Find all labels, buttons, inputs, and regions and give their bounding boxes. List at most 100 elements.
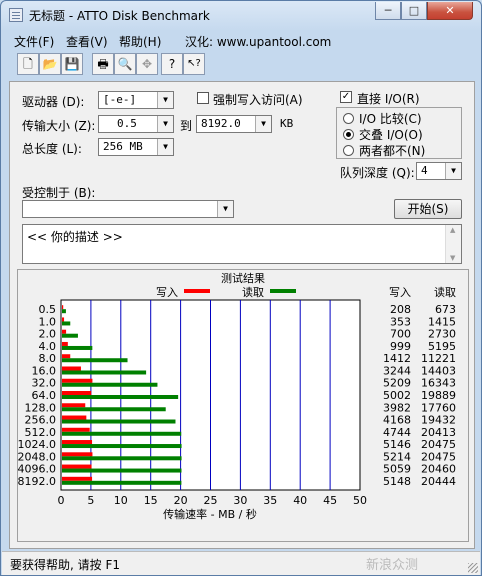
window-title: 无标题 - ATTO Disk Benchmark	[29, 9, 210, 23]
y-tick-label: 4096.0	[18, 463, 56, 476]
resize-grip[interactable]	[468, 563, 478, 573]
read-value: 1415	[428, 315, 456, 328]
read-value: 20475	[421, 450, 456, 463]
status-text: 要获得帮助, 请按 F1	[10, 558, 120, 572]
move-icon[interactable]: ✥	[136, 53, 158, 75]
read-value: 17760	[421, 401, 456, 414]
description-scrollbar[interactable]: ▲ ▼	[445, 225, 461, 263]
y-tick-label: 256.0	[25, 414, 57, 427]
y-tick-label: 128.0	[25, 401, 57, 414]
chevron-down-icon[interactable]: ▼	[445, 163, 461, 179]
kb-label: KB	[280, 117, 294, 130]
help-icon[interactable]: ?	[161, 53, 183, 75]
close-button[interactable]: ✕	[427, 2, 473, 20]
scroll-down-icon[interactable]: ▼	[450, 254, 455, 262]
read-bar	[62, 358, 128, 363]
y-tick-label: 2048.0	[18, 450, 56, 463]
read-bar	[62, 444, 182, 449]
menu-credit[interactable]: 汉化: www.upantool.com	[185, 33, 331, 50]
radio-neither-label: 两者都不(N)	[359, 144, 426, 158]
x-tick-label: 0	[58, 494, 65, 507]
write-bar	[62, 476, 93, 481]
io-mode-group: I/O 比较(C) 交叠 I/O(O) 两者都不(N)	[336, 107, 462, 159]
read-bar	[62, 309, 66, 314]
chevron-down-icon[interactable]: ▼	[157, 139, 173, 155]
radio-overlap-io[interactable]	[343, 129, 354, 140]
transfer-to-value: 8192.0	[201, 117, 241, 130]
x-tick-label: 5	[87, 494, 94, 507]
menu-help[interactable]: 帮助(H)	[119, 33, 161, 50]
read-bar	[62, 431, 182, 436]
read-bar	[62, 480, 182, 485]
chart-title: 测试结果	[221, 272, 265, 285]
print-preview-icon[interactable]: 🔍	[114, 53, 136, 75]
radio-neither[interactable]	[343, 145, 354, 156]
drive-value: [-e-]	[103, 93, 137, 106]
chevron-down-icon[interactable]: ▼	[157, 92, 173, 108]
save-icon[interactable]: 💾	[61, 53, 83, 75]
write-value: 5148	[383, 475, 411, 488]
controlled-by-label: 受控制于 (B):	[22, 186, 96, 200]
menu-view[interactable]: 查看(V)	[66, 33, 108, 50]
write-value: 3982	[383, 401, 411, 414]
force-write-checkbox[interactable]	[197, 92, 209, 104]
radio-io-compare-label: I/O 比较(C)	[359, 112, 422, 126]
new-file-icon[interactable]: 🗋	[17, 53, 39, 75]
chevron-down-icon[interactable]: ▼	[217, 201, 233, 217]
x-tick-label: 50	[353, 494, 367, 507]
title-bar[interactable]: 无标题 - ATTO Disk Benchmark ─ □ ✕	[1, 1, 481, 29]
total-length-select[interactable]: 256 MB ▼	[98, 138, 174, 156]
scroll-up-icon[interactable]: ▲	[450, 226, 455, 234]
context-help-icon[interactable]: ↖?	[183, 53, 205, 75]
controlled-by-select[interactable]: ▼	[22, 200, 234, 218]
write-value: 5146	[383, 438, 411, 451]
radio-overlap-io-label: 交叠 I/O(O)	[359, 128, 423, 142]
read-value: 19432	[421, 414, 456, 427]
maximize-button[interactable]: □	[401, 2, 427, 20]
write-bar	[62, 452, 93, 457]
x-tick-label: 20	[174, 494, 188, 507]
open-folder-icon[interactable]: 📂	[39, 53, 61, 75]
write-bar	[62, 305, 64, 310]
read-value: 20413	[421, 426, 456, 439]
queue-depth-select[interactable]: 4 ▼	[416, 162, 462, 180]
y-tick-label: 2.0	[39, 328, 57, 341]
write-bar	[62, 366, 81, 371]
legend-write-label: 写入	[156, 286, 178, 299]
chevron-down-icon[interactable]: ▼	[255, 116, 271, 132]
queue-depth-value: 4	[421, 164, 428, 177]
write-value: 700	[390, 328, 411, 341]
write-value: 208	[390, 303, 411, 316]
start-button[interactable]: 开始(S)	[394, 199, 462, 219]
col-write-header: 写入	[389, 286, 411, 299]
transfer-from-value: 0.5	[117, 117, 137, 130]
print-icon[interactable]: 🖶	[92, 53, 114, 75]
read-bar	[62, 419, 176, 424]
chevron-down-icon[interactable]: ▼	[157, 116, 173, 132]
to-label: 到	[180, 119, 193, 133]
results-chart: 测试结果 写入 读取 写入 读取 0.51.02.04.08.016.032.0…	[18, 272, 456, 521]
x-tick-label: 35	[263, 494, 277, 507]
read-value: 5195	[428, 340, 456, 353]
y-tick-label: 16.0	[32, 364, 57, 377]
read-value: 673	[435, 303, 456, 316]
drive-label: 驱动器 (D):	[22, 95, 85, 109]
write-bar	[62, 391, 92, 395]
write-bar	[62, 354, 71, 359]
x-tick-label: 30	[233, 494, 247, 507]
transfer-from-select[interactable]: 0.5 ▼	[98, 115, 174, 133]
transfer-to-select[interactable]: 8192.0 ▼	[196, 115, 272, 133]
drive-select[interactable]: [-e-] ▼	[98, 91, 174, 109]
write-value: 5209	[383, 377, 411, 390]
main-panel: 驱动器 (D): [-e-] ▼ 强制写入访问(A) 传输大小 (Z): 0.5…	[9, 81, 475, 549]
read-bar	[62, 333, 78, 338]
menu-file[interactable]: 文件(F)	[14, 33, 54, 50]
minimize-button[interactable]: ─	[375, 2, 401, 20]
radio-io-compare[interactable]	[343, 113, 354, 124]
description-textarea[interactable]: << 你的描述 >> ▲ ▼	[22, 224, 462, 264]
legend-write-swatch	[184, 289, 210, 293]
description-text: << 你的描述 >>	[27, 230, 123, 244]
direct-io-checkbox[interactable]: ✓	[340, 91, 352, 103]
write-bar	[62, 317, 65, 322]
results-groupbox: 测试结果 写入 读取 写入 读取 0.5 1.0 2.0 4.0 8.0 16.0 32.0…	[17, 269, 469, 542]
